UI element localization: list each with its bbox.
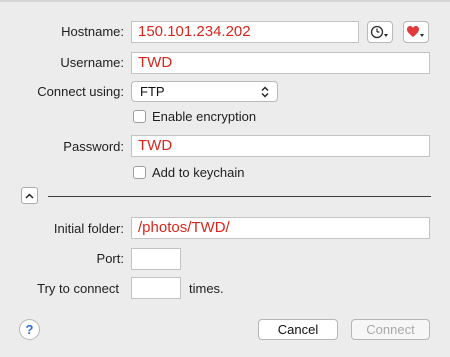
hostname-label: Hostname: bbox=[61, 24, 124, 39]
add-to-keychain-label: Add to keychain bbox=[152, 165, 245, 180]
username-field[interactable]: TWD bbox=[131, 52, 430, 74]
enable-encryption-checkbox[interactable] bbox=[133, 110, 146, 123]
add-to-keychain-checkbox[interactable] bbox=[133, 166, 146, 179]
clock-icon bbox=[370, 25, 390, 39]
history-button[interactable] bbox=[367, 21, 393, 43]
retry-label: Try to connect bbox=[37, 281, 119, 296]
initial-folder-field[interactable]: /photos/TWD/ bbox=[131, 217, 430, 239]
connect-button[interactable]: Connect bbox=[351, 319, 430, 340]
cancel-button[interactable]: Cancel bbox=[258, 319, 338, 340]
hostname-field[interactable]: 150.101.234.202 bbox=[131, 21, 359, 43]
connect-using-select[interactable]: FTP bbox=[131, 81, 278, 102]
enable-encryption-label: Enable encryption bbox=[152, 109, 257, 124]
window-top-edge bbox=[0, 0, 450, 2]
retry-count-field[interactable] bbox=[131, 277, 181, 299]
connect-using-label: Connect using: bbox=[37, 84, 124, 99]
retry-suffix-label: times. bbox=[189, 281, 224, 296]
updown-chevron-icon bbox=[261, 86, 269, 98]
chevron-up-icon bbox=[25, 192, 34, 199]
question-mark-icon: ? bbox=[25, 322, 34, 337]
port-field[interactable] bbox=[131, 248, 181, 270]
favorites-button[interactable] bbox=[403, 21, 429, 43]
username-label: Username: bbox=[60, 55, 124, 70]
section-divider bbox=[48, 196, 431, 197]
port-label: Port: bbox=[96, 251, 124, 266]
password-label: Password: bbox=[63, 139, 124, 154]
initial-folder-label: Initial folder: bbox=[53, 221, 124, 236]
help-button[interactable]: ? bbox=[19, 319, 40, 340]
disclosure-button[interactable] bbox=[21, 187, 38, 204]
password-field[interactable]: TWD bbox=[131, 135, 430, 157]
connect-using-value: FTP bbox=[140, 84, 165, 99]
heart-icon bbox=[406, 25, 426, 39]
